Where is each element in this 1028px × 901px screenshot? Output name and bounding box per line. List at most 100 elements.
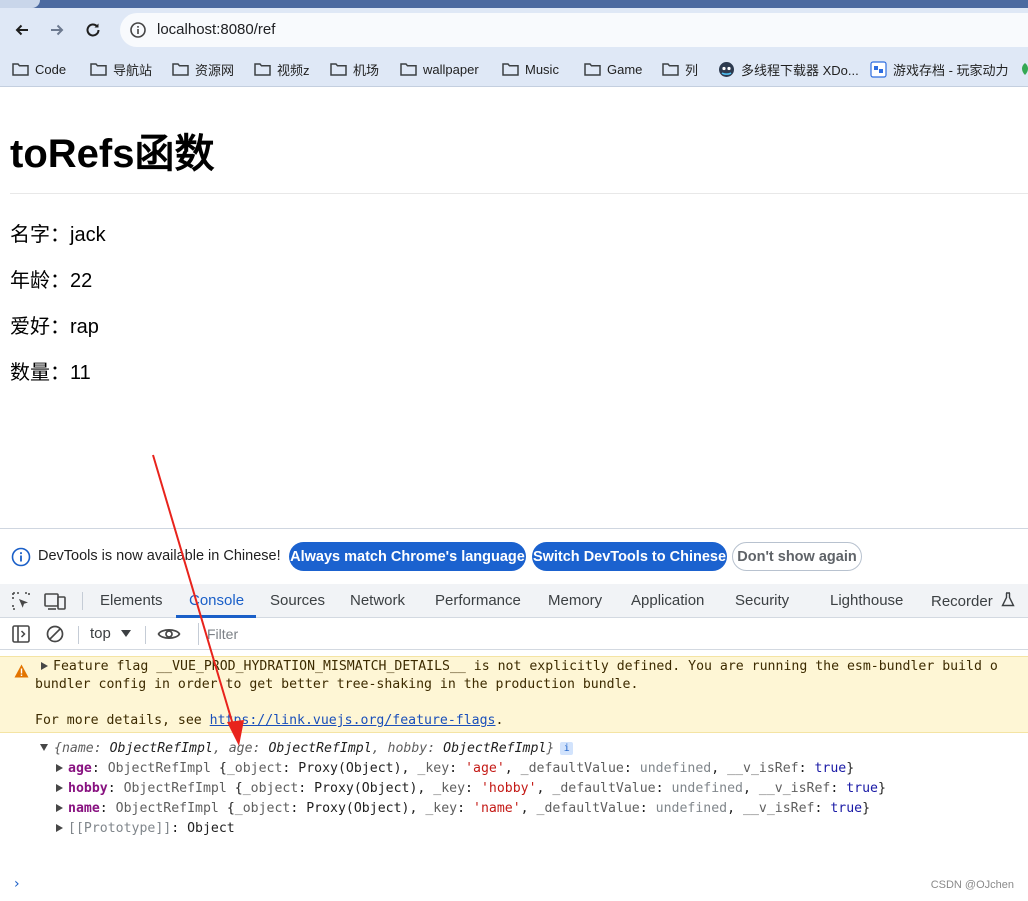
field-name: 名字：jack: [10, 224, 106, 246]
show-sidebar-button[interactable]: [10, 624, 32, 644]
back-button[interactable]: [9, 17, 35, 43]
object-entry-row[interactable]: age: ObjectRefImpl {_object: Proxy(Objec…: [56, 761, 854, 776]
field-hobby: 爱好：rap: [10, 316, 99, 338]
forward-button[interactable]: [44, 17, 70, 43]
object-entry-row[interactable]: hobby: ObjectRefImpl {_object: Proxy(Obj…: [56, 781, 886, 796]
bookmark-nav[interactable]: 导航站: [90, 58, 152, 80]
tab-network[interactable]: Network: [350, 592, 405, 609]
console-toolbar: top: [0, 618, 1028, 650]
inspect-cursor-icon: [12, 592, 30, 610]
browser-toolbar: localhost:8080/ref: [0, 8, 1028, 52]
feature-flags-link[interactable]: https://link.vuejs.org/feature-flags: [210, 713, 496, 728]
bookmark-list[interactable]: 列: [662, 58, 698, 80]
object-info-badge-icon[interactable]: i: [560, 742, 574, 755]
warning-line-1: Feature flag __VUE_PROD_HYDRATION_MISMAT…: [41, 659, 998, 674]
bookmark-airport[interactable]: 机场: [330, 58, 379, 80]
folder-icon: [254, 63, 271, 76]
tab-performance[interactable]: Performance: [435, 592, 521, 609]
expand-arrow-icon[interactable]: [56, 784, 63, 792]
horizontal-rule: [10, 193, 1028, 194]
flask-icon: [1001, 592, 1015, 607]
tab-memory[interactable]: Memory: [548, 592, 602, 609]
bookmark-overflow-edge[interactable]: [1020, 58, 1028, 80]
warning-line-3: For more details, see https://link.vuejs…: [35, 713, 504, 728]
infobar-message: DevTools is now available in Chinese!: [38, 548, 281, 564]
reload-button[interactable]: [80, 17, 106, 43]
expand-arrow-icon[interactable]: [56, 804, 63, 812]
devtools-panel: DevTools is now available in Chinese! Al…: [0, 528, 1028, 901]
warning-triangle-icon: [14, 664, 29, 678]
reload-icon: [86, 23, 100, 37]
bookmark-video[interactable]: 视频z: [254, 58, 310, 80]
console-filter-input[interactable]: [198, 623, 1018, 645]
language-infobar: DevTools is now available in Chinese! Al…: [0, 529, 1028, 584]
inspect-element-button[interactable]: [10, 591, 32, 611]
folder-icon: [662, 63, 679, 76]
field-age: 年龄：22: [10, 270, 93, 292]
execution-context-select[interactable]: top: [90, 625, 131, 642]
device-toolbar-button[interactable]: [44, 591, 66, 611]
bookmark-music[interactable]: Music: [502, 58, 559, 80]
tab-application[interactable]: Application: [631, 592, 704, 609]
url-text[interactable]: localhost:8080/ref: [157, 21, 275, 38]
tab-security[interactable]: Security: [735, 592, 789, 609]
eye-icon: [157, 629, 181, 639]
game-favicon-icon: [870, 60, 887, 78]
bookmarks-bar: Code 导航站 资源网 视频z 机场 wallpaper Music Game…: [0, 52, 1028, 87]
csdn-watermark: CSDN @OJchen: [930, 879, 1014, 891]
bookmark-xdown[interactable]: 多线程下载器 XDo...: [718, 58, 859, 80]
xdown-favicon-icon: [719, 61, 734, 77]
field-count: 数量：11: [10, 362, 91, 384]
bookmark-wallpaper[interactable]: wallpaper: [400, 58, 479, 80]
dont-show-again-button[interactable]: Don't show again: [732, 542, 862, 571]
prototype-row[interactable]: [[Prototype]]: Object: [56, 821, 235, 836]
live-expression-button[interactable]: [156, 624, 182, 644]
folder-icon: [400, 63, 417, 76]
bookmark-game[interactable]: Game: [584, 58, 642, 80]
expand-arrow-icon[interactable]: [56, 764, 63, 772]
devtools-tab-bar: Elements Console Sources Network Perform…: [0, 584, 1028, 618]
site-info-button[interactable]: [126, 18, 150, 42]
folder-icon: [90, 63, 107, 76]
info-icon: [11, 547, 31, 567]
folder-icon: [584, 63, 601, 76]
object-summary-row[interactable]: {name: ObjectRefImpl, age: ObjectRefImpl…: [40, 741, 574, 756]
bookmark-code[interactable]: Code: [12, 58, 66, 80]
folder-icon: [172, 63, 189, 76]
info-circle-icon: [130, 22, 146, 38]
expand-arrow-icon[interactable]: [41, 662, 48, 670]
window-tab-strip: [0, 0, 1028, 8]
clear-console-button[interactable]: [44, 624, 66, 644]
arrow-left-icon: [15, 24, 28, 36]
device-mode-icon: [44, 593, 66, 610]
address-bar[interactable]: localhost:8080/ref: [120, 13, 1028, 47]
warning-line-2: bundler config in order to get better tr…: [35, 677, 639, 692]
tab-lighthouse[interactable]: Lighthouse: [830, 592, 903, 609]
tab-recorder[interactable]: Recorder: [931, 592, 1015, 610]
page-viewport: toRefs函数 名字：jack 年龄：22 爱好：rap 数量：11: [0, 88, 1028, 528]
bookmark-resources[interactable]: 资源网: [172, 58, 234, 80]
page-title: toRefs函数: [10, 132, 215, 176]
clear-ban-icon: [46, 625, 64, 643]
expand-arrow-icon[interactable]: [56, 824, 63, 832]
toolbar-divider: [145, 626, 146, 644]
object-entry-row[interactable]: name: ObjectRefImpl {_object: Proxy(Obje…: [56, 801, 870, 816]
tab-bar-divider: [82, 592, 83, 610]
bookmark-gamesave[interactable]: 游戏存档 - 玩家动力: [870, 58, 1009, 80]
dropdown-triangle-icon: [120, 629, 131, 637]
folder-icon: [502, 63, 519, 76]
switch-devtools-chinese-button[interactable]: Switch DevTools to Chinese: [532, 542, 727, 571]
console-messages: Feature flag __VUE_PROD_HYDRATION_MISMAT…: [0, 651, 1028, 901]
tab-console[interactable]: Console: [189, 592, 244, 609]
console-prompt[interactable]: ›: [14, 876, 20, 892]
toolbar-divider: [78, 626, 79, 644]
sidebar-toggle-icon: [12, 625, 30, 643]
console-warning-message[interactable]: Feature flag __VUE_PROD_HYDRATION_MISMAT…: [0, 656, 1028, 733]
folder-icon: [330, 63, 347, 76]
collapse-arrow-icon[interactable]: [40, 744, 48, 751]
tab-sources[interactable]: Sources: [270, 592, 325, 609]
tab-elements[interactable]: Elements: [100, 592, 163, 609]
active-tab-edge[interactable]: [0, 0, 40, 8]
always-match-language-button[interactable]: Always match Chrome's language: [289, 542, 526, 571]
folder-icon: [12, 63, 29, 76]
